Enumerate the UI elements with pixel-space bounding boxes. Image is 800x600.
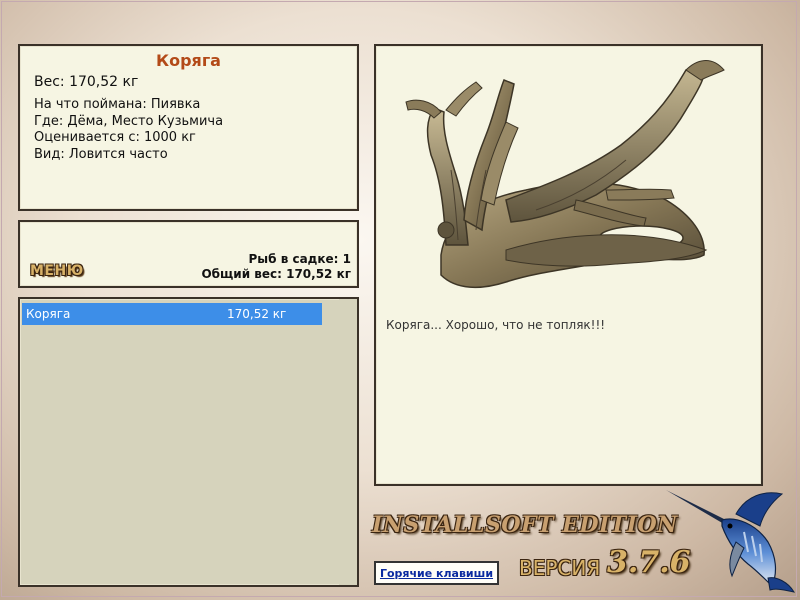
marlin-logo <box>666 490 796 593</box>
fish-count: Рыб в садке: 1 <box>248 252 352 266</box>
catch-list-area: Коряга 170,52 кг <box>20 299 340 585</box>
edition-logo: INSTALLSOFT EDITION <box>372 512 678 538</box>
fish-kind: Вид: Ловится часто <box>34 146 168 162</box>
fish-title: Коряга <box>156 51 221 70</box>
driftwood-image <box>405 60 725 289</box>
fish-weight: Вес: 170,52 кг <box>34 74 139 90</box>
total-weight: Общий вес: 170,52 кг <box>201 267 351 281</box>
list-item[interactable]: Коряга 170,52 кг <box>22 303 322 325</box>
fish-description: Коряга... Хорошо, что не топляк!!! <box>386 318 606 332</box>
fish-info-panel: Коряга Вес: 170,52 кг На что поймана: Пи… <box>18 44 359 211</box>
list-item-weight: 170,52 кг <box>227 307 287 321</box>
menu-button[interactable]: МЕНЮ <box>30 263 84 279</box>
fish-picture-panel: Коряга... Хорошо, что не топляк!!! <box>374 44 763 486</box>
fish-location: Где: Дёма, Место Кузьмича <box>34 113 224 129</box>
list-item-name: Коряга <box>26 307 71 321</box>
keepnet-summary-panel: МЕНЮ Рыб в садке: 1 Общий вес: 170,52 кг <box>18 220 359 288</box>
fish-bait: На что поймана: Пиявка <box>34 97 201 112</box>
fish-value: Оценивается с: 1000 кг <box>34 130 196 145</box>
catch-list[interactable]: Коряга 170,52 кг <box>18 297 359 587</box>
scrollbar[interactable] <box>339 299 357 585</box>
version-label: ВЕРСИЯ <box>519 556 601 580</box>
hotkeys-button[interactable]: Горячие клавиши <box>374 561 499 585</box>
